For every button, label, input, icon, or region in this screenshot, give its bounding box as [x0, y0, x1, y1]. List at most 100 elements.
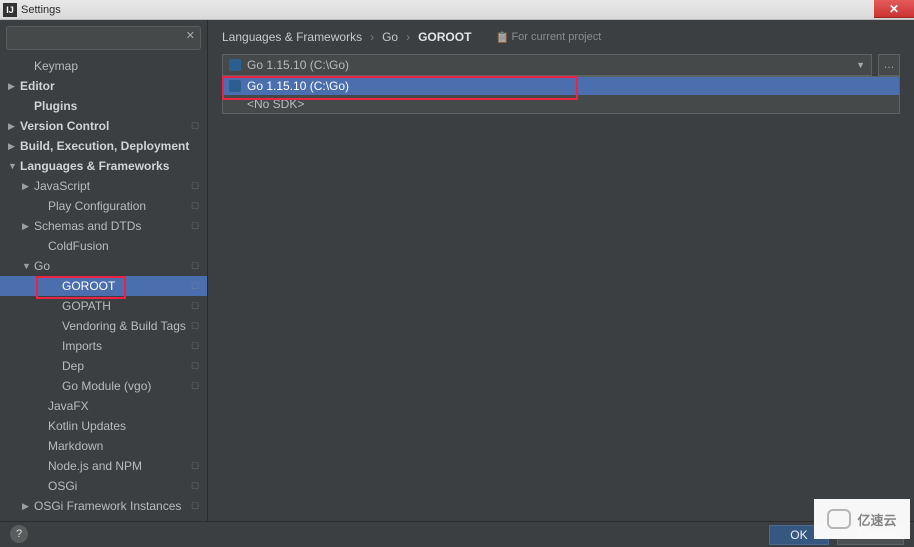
project-badge-icon: ☐	[189, 220, 201, 232]
tree-item[interactable]: ▶Version Control☐	[0, 116, 207, 136]
tree-item[interactable]: Dep☐	[0, 356, 207, 376]
watermark-icon	[827, 509, 851, 529]
scope-indicator: 📋 For current project	[495, 31, 601, 43]
disclosure-icon: ▼	[8, 161, 20, 171]
project-badge-icon: ☐	[189, 480, 201, 492]
tree-item[interactable]: Kotlin Updates	[0, 416, 207, 436]
crumb-2[interactable]: Go	[382, 30, 398, 44]
tree-item-label: Editor	[20, 79, 207, 93]
tree-item[interactable]: ▶Build, Execution, Deployment	[0, 136, 207, 156]
tree-item[interactable]: Markdown	[0, 436, 207, 456]
tree-item-label: Imports	[62, 339, 189, 353]
tree-item[interactable]: Keymap	[0, 56, 207, 76]
project-badge-icon: ☐	[189, 120, 201, 132]
tree-item-label: Go	[34, 259, 189, 273]
tree-item[interactable]: Go Module (vgo)☐	[0, 376, 207, 396]
breadcrumb: Languages & Frameworks › Go › GOROOT 📋 F…	[208, 20, 914, 54]
disclosure-icon: ▶	[8, 121, 20, 132]
watermark-text: 亿速云	[857, 510, 896, 529]
tree-item[interactable]: OSGi☐	[0, 476, 207, 496]
tree-item[interactable]: Vendoring & Build Tags☐	[0, 316, 207, 336]
chevron-right-icon: ›	[370, 30, 374, 44]
project-badge-icon: ☐	[189, 340, 201, 352]
tree-item-label: Go Module (vgo)	[62, 379, 189, 393]
goroot-combobox[interactable]: Go 1.15.10 (C:\Go) ▼	[222, 54, 872, 76]
tree-item[interactable]: ▼Languages & Frameworks	[0, 156, 207, 176]
help-button[interactable]: ?	[10, 525, 28, 543]
disclosure-icon: ▶	[22, 221, 34, 232]
tree-item-label: Keymap	[34, 59, 207, 73]
tree-item-label: Vendoring & Build Tags	[62, 319, 189, 333]
tree-item-label: GOROOT	[62, 279, 189, 293]
dialog-footer: ? OK Cancel	[0, 521, 914, 547]
close-button[interactable]: ✕	[874, 0, 914, 18]
tree-item-label: ColdFusion	[48, 239, 207, 253]
scope-label: For current project	[511, 31, 601, 43]
tree-item-label: JavaFX	[48, 399, 207, 413]
watermark: 亿速云	[814, 499, 910, 539]
app-icon: IJ	[3, 3, 17, 17]
project-badge-icon: ☐	[189, 300, 201, 312]
search-input[interactable]	[6, 26, 201, 50]
settings-window: IJ Settings ✕ 🔍 ✕ Keymap▶EditorPlugins▶V…	[0, 0, 914, 547]
tree-item[interactable]: ▶Editor	[0, 76, 207, 96]
chevron-right-icon: ›	[406, 30, 410, 44]
titlebar: IJ Settings ✕	[0, 0, 914, 20]
content: Go 1.15.10 (C:\Go) ▼ … Go 1.15.10 (C:\Go…	[208, 54, 914, 114]
project-badge-icon: ☐	[189, 280, 201, 292]
tree-item[interactable]: Imports☐	[0, 336, 207, 356]
dropdown-option[interactable]: Go 1.15.10 (C:\Go)	[223, 77, 899, 95]
tree-item[interactable]: Play Configuration☐	[0, 196, 207, 216]
tree-item[interactable]: GOROOT☐	[0, 276, 207, 296]
tree-item-label: Kotlin Updates	[48, 419, 207, 433]
goroot-dropdown[interactable]: Go 1.15.10 (C:\Go) <No SDK>	[222, 76, 900, 114]
tree-item-label: OSGi	[48, 479, 189, 493]
option-label: Go 1.15.10 (C:\Go)	[247, 79, 349, 93]
tree-item[interactable]: GOPATH☐	[0, 296, 207, 316]
crumb-3: GOROOT	[418, 30, 471, 44]
tree-item[interactable]: ▶Schemas and DTDs☐	[0, 216, 207, 236]
main-panel: Languages & Frameworks › Go › GOROOT 📋 F…	[208, 20, 914, 521]
tree-item[interactable]: ▶JavaScript☐	[0, 176, 207, 196]
disclosure-icon: ▶	[22, 181, 34, 192]
disclosure-icon: ▶	[22, 501, 34, 512]
go-sdk-icon	[229, 80, 241, 92]
tree-item[interactable]: ColdFusion	[0, 236, 207, 256]
tree-item-label: Play Configuration	[48, 199, 189, 213]
window-title: Settings	[21, 4, 61, 16]
disclosure-icon: ▼	[22, 261, 34, 271]
project-badge-icon: ☐	[189, 360, 201, 372]
project-badge-icon: ☐	[189, 200, 201, 212]
project-badge-icon: ☐	[189, 500, 201, 512]
project-badge-icon: ☐	[189, 180, 201, 192]
tree-item[interactable]: ▼Go☐	[0, 256, 207, 276]
tree-item-label: Version Control	[20, 119, 189, 133]
dialog-body: 🔍 ✕ Keymap▶EditorPlugins▶Version Control…	[0, 20, 914, 521]
chevron-down-icon: ▼	[856, 60, 865, 70]
search-wrap: 🔍 ✕	[0, 20, 207, 56]
tree-item-label: Node.js and NPM	[48, 459, 189, 473]
tree-item-label: Build, Execution, Deployment	[20, 139, 207, 153]
go-sdk-icon	[229, 59, 241, 71]
tree-item[interactable]: Node.js and NPM☐	[0, 456, 207, 476]
project-badge-icon: ☐	[189, 260, 201, 272]
clear-search-icon[interactable]: ✕	[186, 29, 195, 42]
tree-item[interactable]: JavaFX	[0, 396, 207, 416]
tree-item-label: OSGi Framework Instances	[34, 499, 189, 513]
tree-item-label: Plugins	[34, 99, 207, 113]
tree-item-label: GOPATH	[62, 299, 189, 313]
settings-tree[interactable]: Keymap▶EditorPlugins▶Version Control☐▶Bu…	[0, 56, 207, 521]
project-badge-icon: ☐	[189, 320, 201, 332]
browse-sdk-button[interactable]: …	[878, 54, 900, 76]
disclosure-icon: ▶	[8, 141, 20, 152]
goroot-row: Go 1.15.10 (C:\Go) ▼ …	[222, 54, 900, 76]
disclosure-icon: ▶	[8, 81, 20, 92]
tree-item-label: Dep	[62, 359, 189, 373]
project-badge-icon: ☐	[189, 380, 201, 392]
dropdown-option[interactable]: <No SDK>	[223, 95, 899, 113]
tree-item[interactable]: ▶OSGi Framework Instances☐	[0, 496, 207, 516]
crumb-1[interactable]: Languages & Frameworks	[222, 30, 362, 44]
option-label: <No SDK>	[247, 97, 304, 111]
tree-item[interactable]: Plugins	[0, 96, 207, 116]
project-scope-icon: 📋	[495, 31, 507, 43]
